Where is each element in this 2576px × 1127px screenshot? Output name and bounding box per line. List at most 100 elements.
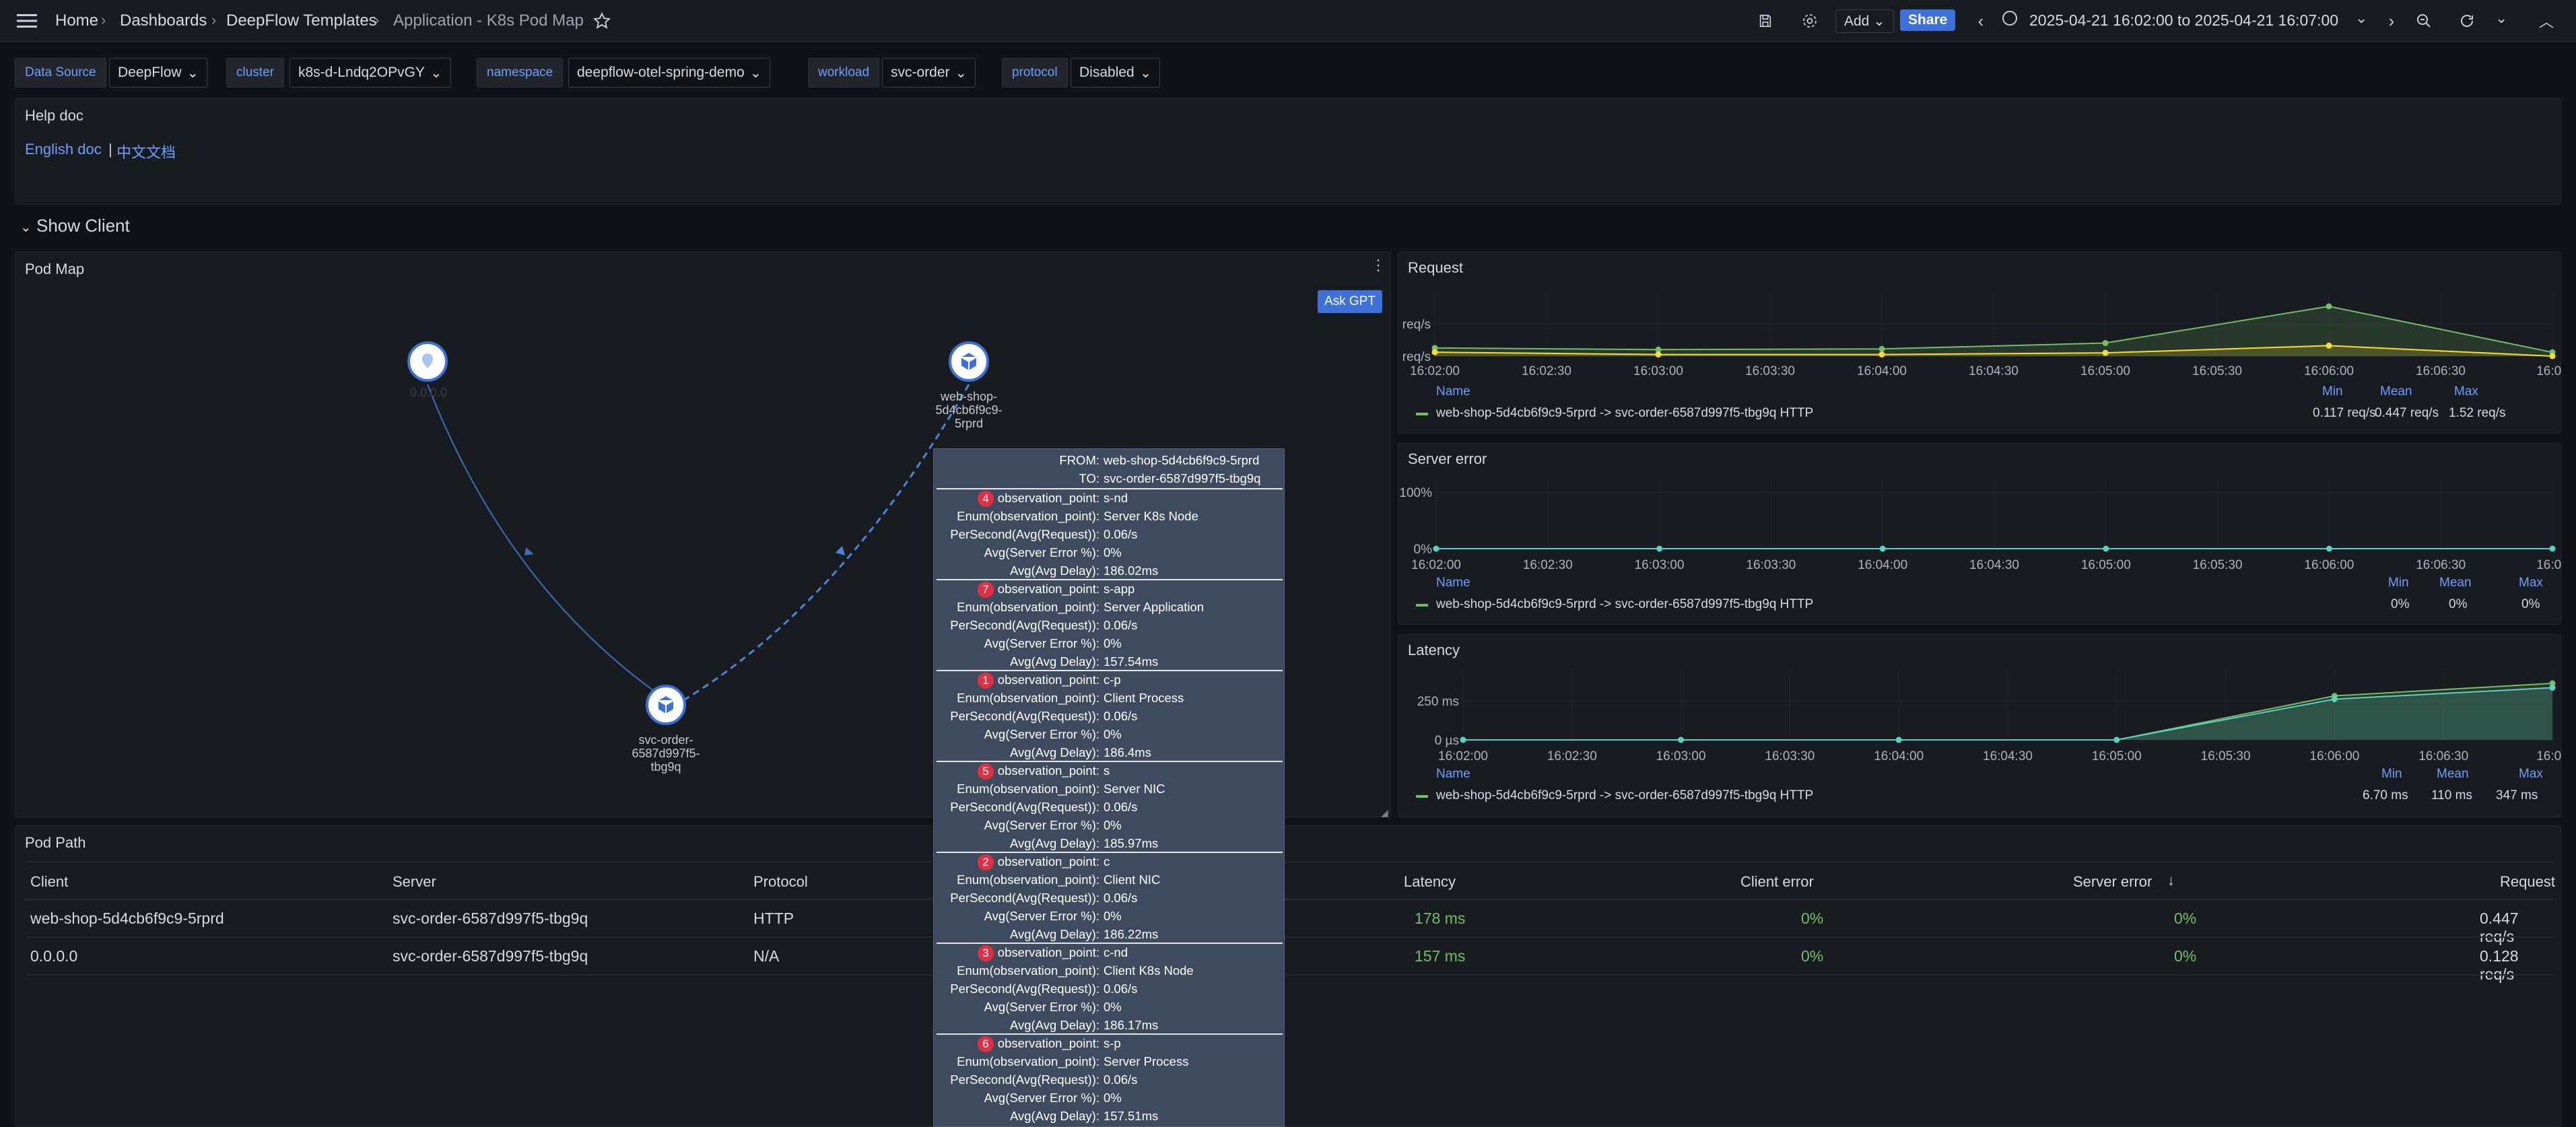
legend-mean: 0.447 req/s [2375,406,2439,420]
var-select-protocol[interactable]: Disabled ⌄ [1071,58,1161,88]
tooltip-separator [937,1033,1283,1035]
node-label-ip: 0.0.0.0 [410,386,448,399]
panel-title: Pod Path [25,834,86,851]
tooltip-metric-row: Avg(Server Error %): 0% [934,545,1285,564]
edge-arrow [836,546,845,555]
tooltip-metric-row: PerSecond(Avg(Request)): 0.06/s [934,618,1285,636]
tooltip-key-text: observation_point: [997,854,1099,868]
refresh-interval-chevron-icon[interactable]: ⌄ [2495,9,2507,27]
x-tick-label: 16:02:00 [1438,749,1488,763]
legend-min: 6.70 ms [2363,788,2408,802]
legend-header-name: Name [1436,576,1470,590]
tooltip-key-text: Avg(Server Error %): [984,818,1099,832]
time-back-icon[interactable]: ‹ [1966,6,1996,36]
legend-color-swatch [1416,413,1428,415]
tooltip-value: c [1104,854,1110,868]
tooltip-value: svc-order-6587d997f5-tbg9q [1104,471,1261,485]
settings-gear-icon[interactable] [1795,6,1825,36]
column-header-server[interactable]: Server [393,873,436,891]
star-icon[interactable] [587,6,617,36]
tooltip-metric-row: PerSecond(Avg(Request)): 0.06/s [934,1072,1285,1091]
breadcrumb-home[interactable]: Home [55,11,98,30]
tooltip-key: 3 observation_point: [977,945,1099,961]
legend-header-min: Min [2322,384,2343,399]
var-select-cluster[interactable]: k8s-d-Lndq2OPvGY ⌄ [290,58,451,88]
save-icon[interactable] [1751,6,1780,36]
tooltip-key-text: Avg(Server Error %): [984,1000,1099,1014]
legend-header-mean: Mean [2439,576,2472,590]
column-header-protocol[interactable]: Protocol [753,873,808,891]
tooltip-value: c-nd [1104,945,1128,959]
tooltip-metric-row: Enum(observation_point): Server Applicati… [934,600,1285,618]
tooltip-value: 186.4ms [1104,745,1151,759]
tooltip-key-text: Avg(Avg Delay): [1010,1018,1099,1032]
tooltip-key: Avg(Avg Delay): [1010,564,1099,578]
time-forward-icon[interactable]: › [2377,6,2406,36]
cell-server: svc-order-6587d997f5-tbg9q [393,947,588,965]
time-range-picker[interactable]: 2025-04-21 16:02:00 to 2025-04-21 16:07:… [2029,11,2338,30]
tooltip-metric-row: 3 observation_point: c-nd [934,945,1285,963]
data-point [2549,545,2556,552]
y-tick-label: 0% [1414,543,1433,557]
zoom-out-icon[interactable] [2409,6,2439,36]
chevron-down-icon[interactable]: ⌄ [2355,9,2367,27]
tooltip-key-text: Enum(observation_point): [957,509,1099,523]
x-tick-label: 16:05:30 [2201,749,2251,763]
column-header-client-error[interactable]: Client error [1740,873,1814,891]
column-header-latency[interactable]: Latency [1404,873,1456,891]
add-button[interactable]: Add ⌄ [1835,9,1894,33]
breadcrumb-dashboards[interactable]: Dashboards [120,11,207,30]
column-header-client[interactable]: Client [30,873,68,891]
edge-web-shop-to-svc-order [684,384,970,701]
sort-desc-icon[interactable]: ↓ [2167,872,2175,889]
x-tick-label: 16:07 [2536,364,2562,378]
tooltip-key-text: PerSecond(Avg(Request)): [950,618,1099,632]
menu-icon[interactable] [12,6,42,36]
chevron-right-icon: › [101,11,106,28]
x-tick-label: 16:06:00 [2304,364,2354,378]
tooltip-value: Client Process [1104,691,1184,705]
table-row[interactable]: web-shop-5d4cb6f9c9-5rprd svc-order-6587… [25,900,2554,945]
pod-path-panel: Pod Path Client Server Protocol Latency … [15,825,2561,1127]
data-point [1895,737,1902,743]
english-doc-link[interactable]: English doc [25,141,102,158]
cell-request: 0.128 req/s [2480,947,2519,983]
column-header-request[interactable]: Request [2500,873,2555,891]
x-tick-label: 16:04:30 [1969,558,2019,572]
tooltip-key-text: Avg(Avg Delay): [1010,927,1099,941]
var-select-datasource[interactable]: DeepFlow ⌄ [109,58,208,88]
tooltip-key: TO: [1079,471,1100,485]
tooltip-key-text: Avg(Avg Delay): [1010,836,1099,850]
column-header-server-error[interactable]: Server error [2073,873,2152,891]
resize-handle-icon[interactable]: ◢ [1381,807,1388,819]
tooltip-key-text: PerSecond(Avg(Request)): [950,1072,1099,1087]
refresh-icon[interactable] [2452,6,2482,36]
legend-color-swatch [1416,604,1428,607]
x-tick-label: 16:05:00 [2080,364,2130,378]
tooltip-metric-row: PerSecond(Avg(Request)): 0.06/s [934,800,1285,818]
var-select-workload[interactable]: svc-order ⌄ [882,58,976,88]
chinese-doc-link[interactable]: 中文文档 [116,141,176,162]
tooltip-value: 186.22ms [1104,927,1159,941]
collapse-icon[interactable]: ︿ [2532,6,2561,36]
tooltip-separator [937,579,1283,580]
tooltip-value: 185.97ms [1104,836,1159,850]
table-row[interactable]: 0.0.0.0 svc-order-6587d997f5-tbg9q N/A 1… [25,938,2554,983]
tooltip-key: Enum(observation_point): [957,600,1099,615]
tooltip-key-text: Avg(Avg Delay): [1010,745,1099,759]
tooltip-value: 0% [1104,636,1122,650]
tooltip-key: Enum(observation_point): [957,963,1099,978]
share-button[interactable]: Share [1900,9,1956,31]
tooltip-key: 7 observation_point: [977,582,1099,598]
legend-series-name[interactable]: web-shop-5d4cb6f9c9-5rprd -> svc-order-6… [1436,406,1813,421]
tooltip-value: s-p [1104,1036,1121,1050]
observation-order-badge: 5 [977,763,994,780]
legend-series-name[interactable]: web-shop-5d4cb6f9c9-5rprd -> svc-order-6… [1436,597,1813,612]
breadcrumb-folder[interactable]: DeepFlow Templates [226,11,377,30]
tooltip-key-text: Enum(observation_point): [957,691,1099,705]
row-toggle-show-client[interactable]: ⌄ Show Client [20,215,130,236]
x-tick-label: 16:05:30 [2193,558,2243,572]
var-label-namespace: namespace [477,58,564,88]
legend-series-name[interactable]: web-shop-5d4cb6f9c9-5rprd -> svc-order-6… [1436,788,1813,803]
var-select-namespace[interactable]: deepflow-otel-spring-demo ⌄ [568,58,771,88]
